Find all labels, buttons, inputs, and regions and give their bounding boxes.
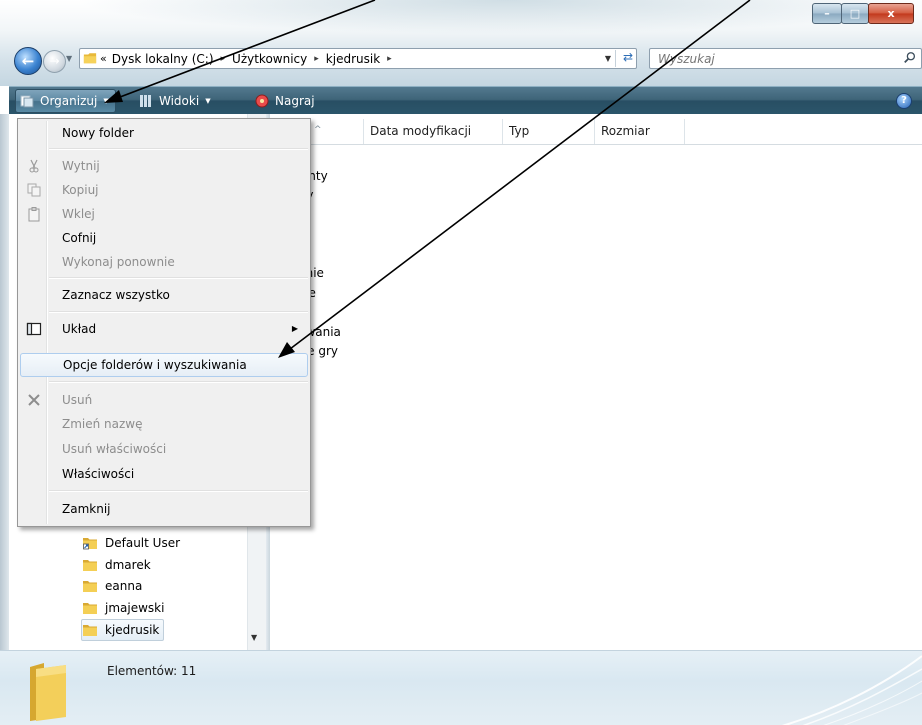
menu-item-paste[interactable]: Wklej <box>20 202 308 226</box>
explorer-window: – □ x ← → ▼ « Dysk lokalny (C:) ▸ Użytko… <box>0 0 922 725</box>
chevron-right-icon[interactable]: ▸ <box>387 54 392 64</box>
views-label: Widoki <box>159 94 200 108</box>
menu-item-close[interactable]: Zamknij <box>20 497 308 521</box>
clipboard-icon <box>28 207 40 222</box>
search-icon[interactable] <box>903 51 917 65</box>
tree-item-eanna[interactable]: eanna <box>82 576 142 596</box>
menu-item-remove-properties[interactable]: Usuń właściwości <box>20 437 308 461</box>
tree-item-dmarek[interactable]: dmarek <box>82 555 151 575</box>
menu-item-undo[interactable]: Cofnij <box>20 226 308 250</box>
breadcrumb-item-kjedrusik[interactable]: kjedrusik <box>326 52 380 66</box>
window-frame: – □ x <box>0 0 922 86</box>
column-header-modified[interactable]: Data modyfikacji <box>364 119 503 144</box>
frame-glass <box>0 0 922 40</box>
breadcrumb-item-local-disk[interactable]: Dysk lokalny (C:) <box>112 52 214 66</box>
tree-item-default-user[interactable]: Default User <box>82 533 180 553</box>
menu-item-label: Wklej <box>62 207 95 221</box>
chevron-right-icon[interactable]: ▸ <box>221 54 226 64</box>
folder-shortcut-icon <box>83 538 97 550</box>
menu-separator <box>49 311 308 313</box>
menu-item-label: Usuń <box>62 393 93 407</box>
folder-icon <box>83 53 97 64</box>
menu-item-redo[interactable]: Wykonaj ponownie <box>20 250 308 274</box>
chevron-down-icon: ▼ <box>205 97 211 105</box>
back-button[interactable]: ← <box>14 47 42 75</box>
organize-icon <box>20 95 34 108</box>
tree-item-label: Default User <box>105 536 181 550</box>
sort-up-icon: ^ <box>314 125 322 135</box>
submenu-arrow-icon: ▶ <box>291 324 298 333</box>
tree-item-jmajewski[interactable]: jmajewski <box>82 598 164 618</box>
menu-item-copy[interactable]: Kopiuj <box>20 178 308 202</box>
scroll-down-icon[interactable]: ▼ <box>251 633 257 642</box>
recent-pages-chevron-icon[interactable]: ▼ <box>66 54 76 64</box>
folder-icon <box>83 625 97 636</box>
search-input[interactable] <box>658 51 898 66</box>
menu-item-rename[interactable]: Zmień nazwę <box>20 412 308 436</box>
breadcrumb-item-users[interactable]: Użytkownicy <box>232 52 307 66</box>
help-icon[interactable]: ? <box>896 93 912 109</box>
views-icon <box>140 95 151 107</box>
tree-item-kjedrusik[interactable]: kjedrusik <box>81 619 165 641</box>
column-header-type[interactable]: Typ <box>503 119 595 144</box>
menu-item-properties[interactable]: Właściwości <box>20 462 308 486</box>
refresh-icon[interactable]: ⇄ <box>623 50 633 64</box>
details-pane: Elementów: 11 <box>0 650 922 725</box>
chevron-down-icon[interactable]: ▼ <box>605 54 611 63</box>
menu-separator <box>49 277 308 279</box>
search-box[interactable] <box>649 48 922 69</box>
column-header: ^ a Data modyfikacji Typ Rozmiar <box>270 119 922 145</box>
menu-separator <box>49 490 308 492</box>
menu-item-select-all[interactable]: Zaznacz wszystko <box>20 283 308 307</box>
folder-icon <box>83 603 97 614</box>
menu-separator <box>49 381 308 383</box>
item-count: Elementów: 11 <box>107 664 197 678</box>
tree-item-label: kjedrusik <box>105 623 160 637</box>
menu-item-label: Układ <box>62 322 97 336</box>
folder-icon <box>83 560 97 571</box>
tree-item-label: eanna <box>105 579 143 593</box>
window-left-edge <box>0 114 9 650</box>
chevron-down-icon: ▼ <box>103 97 109 105</box>
menu-item-delete[interactable]: Usuń <box>20 388 308 412</box>
close-button[interactable]: x <box>868 3 914 24</box>
address-divider <box>615 50 616 67</box>
forward-button[interactable]: → <box>43 50 66 73</box>
organize-label: Organizuj <box>40 94 98 108</box>
burn-button[interactable]: Nagraj <box>255 87 315 115</box>
layout-icon <box>26 322 42 336</box>
tree-item-label: dmarek <box>105 558 151 572</box>
decorative-swoosh <box>781 655 922 725</box>
menu-item-label: Wytnij <box>62 159 100 173</box>
maximize-button[interactable]: □ <box>841 3 869 24</box>
minimize-button[interactable]: – <box>812 3 842 24</box>
menu-item-cut[interactable]: Wytnij <box>20 154 308 178</box>
organize-menu: Nowy folder Wytnij Kopiuj Wklej Cofnij W… <box>17 118 311 527</box>
command-bar: Organizuj ▼ Widoki ▼ Nagraj ? <box>9 86 922 115</box>
organize-button[interactable]: Organizuj ▼ <box>15 89 116 113</box>
burn-label: Nagraj <box>275 94 315 108</box>
menu-item-new-folder[interactable]: Nowy folder <box>20 121 308 145</box>
address-bar[interactable]: « Dysk lokalny (C:) ▸ Użytkownicy ▸ kjed… <box>79 48 637 69</box>
menu-item-layout[interactable]: Układ ▶ <box>20 317 308 341</box>
column-header-size[interactable]: Rozmiar <box>595 119 685 144</box>
folder-icon <box>83 581 97 592</box>
caption-buttons: – □ x <box>812 3 914 24</box>
burn-disc-icon <box>255 94 269 108</box>
folder-icon <box>30 663 66 721</box>
chevron-right-icon[interactable]: ▸ <box>314 54 319 64</box>
menu-item-label: Kopiuj <box>62 183 99 197</box>
menu-separator <box>49 148 308 150</box>
delete-x-icon <box>28 394 40 406</box>
menu-item-folder-options[interactable]: Opcje folderów i wyszukiwania <box>20 353 308 377</box>
scissors-icon <box>29 159 39 173</box>
breadcrumb-overflow[interactable]: « <box>100 52 107 65</box>
views-button[interactable]: Widoki ▼ <box>139 87 211 115</box>
copy-icon <box>27 183 41 197</box>
tree-item-label: jmajewski <box>105 601 165 615</box>
